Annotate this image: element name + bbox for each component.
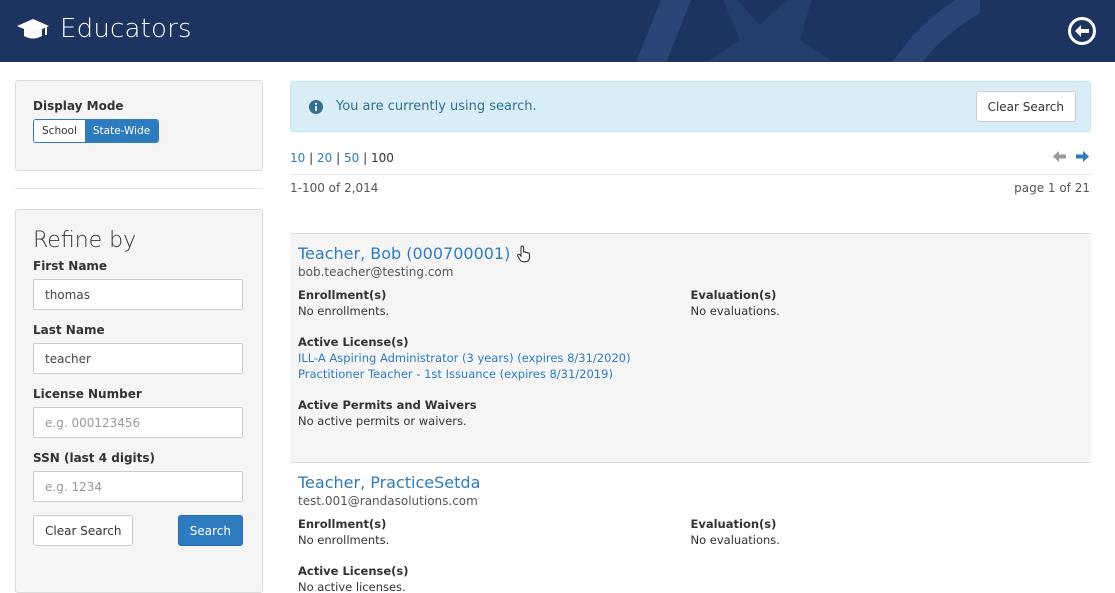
- permits-value: No active permits or waivers.: [298, 414, 467, 428]
- results-list: Teacher, Bob (000700001) bob.teacher@tes…: [290, 233, 1091, 593]
- page-size-separator: |: [336, 151, 341, 165]
- record-summary-row: Enrollment(s) No enrollments. Evaluation…: [298, 517, 1083, 547]
- educator-email: bob.teacher@testing.com: [298, 265, 454, 279]
- license-link[interactable]: ILL-A Aspiring Administrator (3 years) (…: [298, 351, 1083, 365]
- licenses-section: Active License(s) ILL-A Aspiring Adminis…: [298, 335, 1083, 381]
- pager-divider: [290, 174, 1091, 175]
- page-size-selector: 10 | 20 | 50 | 100: [290, 151, 394, 165]
- display-mode-school-button[interactable]: School: [34, 120, 85, 142]
- ssn-input[interactable]: [33, 471, 243, 502]
- ssn-label: SSN (last 4 digits): [33, 451, 156, 465]
- last-name-label: Last Name: [33, 323, 105, 337]
- hand-pointer-icon: [517, 244, 531, 262]
- info-circle-icon: [309, 100, 323, 114]
- search-button[interactable]: Search: [177, 515, 243, 546]
- search-alert: You are currently using search. Clear Se…: [290, 81, 1091, 132]
- app-brand[interactable]: Educators: [16, 14, 192, 44]
- refine-title: Refine by: [33, 228, 137, 253]
- result-range: 1-100 of 2,014: [290, 181, 379, 195]
- top-navbar: Educators: [0, 0, 1115, 62]
- educator-name-link[interactable]: Teacher, PracticeSetda: [298, 473, 480, 492]
- enrollments-heading: Enrollment(s): [298, 517, 387, 531]
- app-title: Educators: [60, 14, 192, 44]
- educator-name: Teacher, Bob (000700001): [298, 244, 511, 263]
- sidebar-divider: [15, 188, 263, 189]
- graduation-cap-icon: [17, 19, 49, 39]
- licenses-heading: Active License(s): [298, 335, 409, 349]
- page-size-50-link[interactable]: 50: [344, 151, 359, 165]
- evaluations-heading: Evaluation(s): [690, 288, 777, 302]
- alert-clear-search-button[interactable]: Clear Search: [975, 91, 1076, 122]
- license-link[interactable]: Practitioner Teacher - 1st Issuance (exp…: [298, 367, 1083, 381]
- evaluations-col: Evaluation(s) No evaluations.: [691, 288, 1084, 318]
- enrollments-value: No enrollments.: [298, 304, 390, 318]
- licenses-section: Active License(s) No active licenses.: [298, 564, 1083, 593]
- permits-heading: Active Permits and Waivers: [298, 398, 477, 412]
- next-page-arrow-icon[interactable]: [1075, 149, 1090, 164]
- license-number-input[interactable]: [33, 407, 243, 438]
- alert-message: You are currently using search.: [336, 99, 537, 114]
- licenses-value: No active licenses.: [298, 580, 406, 593]
- back-arrow-circle-icon[interactable]: [1067, 16, 1097, 46]
- educator-name-link[interactable]: Teacher, Bob (000700001): [298, 244, 532, 263]
- educator-name: Teacher, PracticeSetda: [298, 473, 481, 492]
- first-name-input[interactable]: [33, 279, 243, 310]
- enrollments-value: No enrollments.: [298, 533, 390, 547]
- record-summary-row: Enrollment(s) No enrollments. Evaluation…: [298, 288, 1083, 318]
- first-name-label: First Name: [33, 259, 108, 273]
- display-mode-panel: Display Mode School State-Wide: [15, 80, 263, 171]
- star-watermark-icon: [636, 0, 980, 62]
- previous-page-arrow-icon[interactable]: [1052, 149, 1067, 164]
- evaluations-heading: Evaluation(s): [690, 517, 777, 531]
- enrollments-col: Enrollment(s) No enrollments.: [298, 288, 691, 318]
- evaluations-col: Evaluation(s) No evaluations.: [691, 517, 1084, 547]
- display-mode-statewide-button[interactable]: State-Wide: [84, 120, 159, 142]
- display-mode-label: Display Mode: [33, 99, 124, 113]
- page-size-separator: |: [363, 151, 368, 165]
- result-item: Teacher, Bob (000700001) bob.teacher@tes…: [290, 233, 1091, 462]
- page-size-10-link[interactable]: 10: [290, 151, 305, 165]
- license-number-label: License Number: [33, 387, 142, 401]
- clear-search-button[interactable]: Clear Search: [33, 515, 134, 546]
- last-name-input[interactable]: [33, 343, 243, 374]
- educator-email: test.001@randasolutions.com: [298, 494, 478, 508]
- refine-panel: Refine by First Name Last Name License N…: [15, 209, 263, 593]
- page-arrows: [1052, 149, 1090, 164]
- page-size-separator: |: [309, 151, 314, 165]
- permits-section: Active Permits and Waivers No active per…: [298, 398, 1083, 428]
- evaluations-value: No evaluations.: [690, 304, 780, 318]
- result-item: Teacher, PracticeSetda test.001@randasol…: [290, 462, 1091, 593]
- evaluations-value: No evaluations.: [690, 533, 780, 547]
- enrollments-col: Enrollment(s) No enrollments.: [298, 517, 691, 547]
- page-info: page 1 of 21: [1014, 181, 1090, 195]
- page-size-100-current: 100: [370, 151, 394, 165]
- refine-actions: Clear Search Search: [33, 515, 243, 546]
- display-mode-toggle: School State-Wide: [33, 119, 160, 143]
- enrollments-heading: Enrollment(s): [298, 288, 387, 302]
- licenses-heading: Active License(s): [298, 564, 409, 578]
- page-size-20-link[interactable]: 20: [317, 151, 332, 165]
